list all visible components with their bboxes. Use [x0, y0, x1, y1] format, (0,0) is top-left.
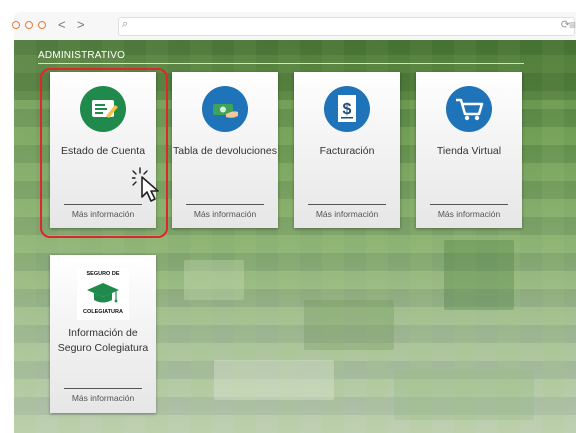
invoice-icon: $	[324, 86, 370, 132]
card-tienda-virtual[interactable]: Tienda Virtual Más información	[416, 72, 522, 228]
card-divider	[430, 204, 508, 205]
menu-icon[interactable]: ≡	[569, 18, 576, 32]
forward-icon[interactable]: >	[77, 17, 85, 32]
card-divider	[308, 204, 386, 205]
address-bar[interactable]: ⌕ ⟳	[118, 17, 575, 36]
bg-pattern	[444, 240, 514, 310]
window-minimize-dot[interactable]	[25, 21, 33, 29]
money-hand-icon	[202, 86, 248, 132]
shopping-cart-icon	[446, 86, 492, 132]
card-label: Facturación	[319, 145, 375, 157]
back-icon[interactable]: <	[58, 17, 66, 32]
card-seguro-colegiatura[interactable]: SEGURO DE COLEGIATURA Información de Seg…	[50, 255, 156, 413]
more-info-link[interactable]: Más información	[172, 209, 278, 219]
highlight-box	[40, 68, 168, 238]
card-divider	[186, 204, 264, 205]
bg-pattern	[214, 360, 334, 400]
browser-toolbar: < > ⌕ ⟳ ≡	[12, 12, 576, 41]
card-divider	[64, 388, 142, 389]
bg-pattern	[304, 300, 394, 350]
svg-text:$: $	[343, 101, 352, 118]
more-info-link[interactable]: Más información	[50, 393, 156, 403]
more-info-link[interactable]: Más información	[294, 209, 400, 219]
page-content: ADMINISTRATIVO Estado de Cuenta Más info…	[14, 40, 576, 433]
pointer-cursor-icon	[132, 167, 159, 202]
card-tabla-de-devoluciones[interactable]: Tabla de devoluciones Más información	[172, 72, 278, 228]
section-title: ADMINISTRATIVO	[38, 50, 126, 61]
card-label: Tabla de devoluciones	[173, 145, 277, 157]
window-close-dot[interactable]	[12, 21, 20, 29]
bg-pattern	[394, 370, 534, 420]
card-label: Tienda Virtual	[436, 145, 502, 157]
more-info-link[interactable]: Más información	[416, 209, 522, 219]
section-divider	[38, 63, 524, 64]
card-facturacion[interactable]: $ Facturación Más información	[294, 72, 400, 228]
search-icon: ⌕	[122, 18, 129, 30]
card-label: Información de Seguro Colegiatura	[57, 327, 149, 354]
tuition-insurance-logo: SEGURO DE COLEGIATURA	[77, 268, 129, 320]
window-maximize-dot[interactable]	[38, 21, 46, 29]
bg-pattern	[184, 260, 244, 300]
